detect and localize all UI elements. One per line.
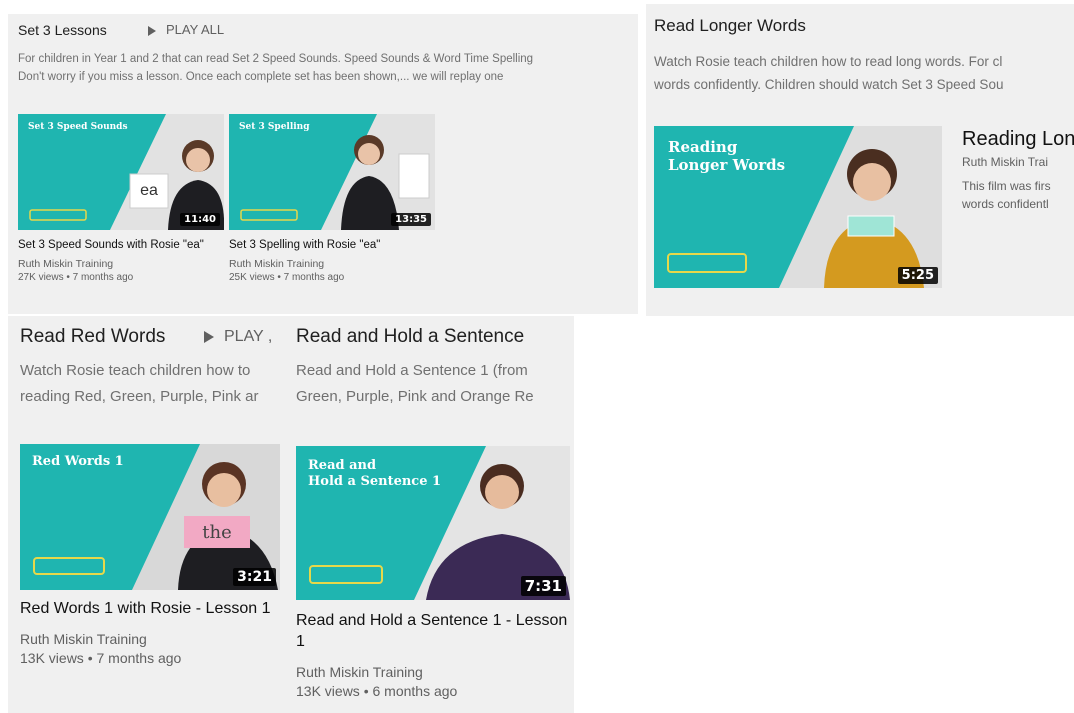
video-description: This film was firs words confidentl	[962, 177, 1074, 213]
play-icon	[204, 330, 214, 343]
playlist-shelf-hold-sentence: Read and Hold a Sentence Read and Hold a…	[288, 316, 574, 713]
video-meta: 27K views • 7 months ago	[18, 272, 134, 283]
video-title[interactable]: Set 3 Speed Sounds with Rosie "ea"	[18, 239, 224, 252]
video-description-line: This film was firs	[962, 179, 1051, 193]
channel-name[interactable]: Ruth Miskin Trai	[962, 155, 1074, 169]
video-info: Red Words 1 with Rosie - Lesson 1 Ruth M…	[20, 598, 282, 666]
word-card: the	[184, 516, 250, 548]
shelf-description: Read and Hold a Sentence 1 (from Green, …	[296, 358, 534, 410]
video-card[interactable]: Set 3 Spelling 13:35 Set 3 Spelling with…	[229, 114, 435, 283]
play-all-button[interactable]: PLAY ALL	[148, 22, 224, 37]
shelf-description: For children in Year 1 and 2 that can re…	[18, 50, 630, 86]
shelf-description: Watch Rosie teach children how to read l…	[654, 50, 1003, 96]
video-thumbnail[interactable]: Set 3 Speed Sounds ea 11:40	[18, 114, 224, 230]
play-all-label: PLAY ALL	[166, 22, 225, 37]
video-meta: 25K views • 7 months ago	[229, 272, 345, 283]
word-card: ea	[140, 182, 158, 199]
description-line: Watch Rosie teach children how to	[20, 362, 251, 379]
duration-badge: 13:35	[391, 213, 431, 226]
video-card[interactable]: Set 3 Speed Sounds ea 11:40 Set 3 Speed …	[18, 114, 224, 283]
shelf-title[interactable]: Set 3 Lessons	[18, 22, 107, 38]
duration-badge: 3:21	[233, 568, 276, 586]
play-all-button[interactable]: PLAY ,	[204, 328, 272, 346]
shelf-title[interactable]: Read Red Words	[20, 326, 165, 348]
description-line: reading Red, Green, Purple, Pink ar	[20, 388, 259, 405]
thumbnail-title: Set 3 Speed Sounds	[28, 122, 128, 132]
thumbnail-title-line: Reading	[668, 138, 738, 156]
play-icon	[148, 25, 156, 36]
duration-badge: 5:25	[897, 267, 938, 284]
shelf-title[interactable]: Read Longer Words	[654, 16, 806, 36]
description-line: words confidently. Children should watch…	[654, 77, 1004, 92]
duration-badge: 11:40	[180, 213, 220, 226]
thumbnail-title: Read and Hold a Sentence 1	[308, 458, 441, 489]
playlist-shelf-set3: Set 3 Lessons PLAY ALL For children in Y…	[8, 14, 638, 314]
shelf-description: Watch Rosie teach children how to readin…	[20, 358, 258, 410]
thumbnail-title-line: Hold a Sentence 1	[308, 473, 442, 489]
description-line: Watch Rosie teach children how to read l…	[654, 54, 1003, 69]
play-all-label: PLAY ,	[224, 328, 273, 345]
video-thumbnail[interactable]: Set 3 Spelling 13:35	[229, 114, 435, 230]
thumbnail-title: Red Words 1	[32, 454, 124, 469]
description-line: Don't worry if you miss a lesson. Once e…	[18, 71, 504, 83]
video-title[interactable]: Read and Hold a Sentence 1 - Lesson 1	[296, 610, 570, 652]
description-line: Green, Purple, Pink and Orange Re	[296, 388, 534, 405]
playlist-shelf-red-words: Read Red Words PLAY , Watch Rosie teach …	[8, 316, 292, 713]
thumbnail-title: Set 3 Spelling	[239, 122, 310, 132]
video-title[interactable]: Red Words 1 with Rosie - Lesson 1	[20, 598, 282, 619]
video-title[interactable]: Reading Lon	[962, 128, 1074, 151]
video-thumbnail[interactable]: Read and Hold a Sentence 1 7:31	[296, 446, 570, 600]
video-meta: 13K views • 6 months ago	[296, 683, 458, 699]
duration-badge: 7:31	[520, 576, 566, 596]
thumbnail-title-line: Longer Words	[668, 156, 786, 174]
video-description-line: words confidentl	[962, 197, 1049, 211]
thumbnail-title: Reading Longer Words	[668, 138, 785, 174]
video-meta: 13K views • 7 months ago	[20, 650, 182, 666]
video-title[interactable]: Set 3 Spelling with Rosie "ea"	[229, 239, 435, 252]
thumbnail-title-line: Read and	[308, 458, 377, 473]
video-info: Reading Lon Ruth Miskin Trai This film w…	[962, 128, 1074, 213]
video-thumbnail[interactable]: Reading Longer Words 5:25	[654, 126, 942, 288]
channel-name[interactable]: Ruth Miskin Training	[20, 631, 282, 647]
video-info: Read and Hold a Sentence 1 - Lesson 1 Ru…	[296, 610, 570, 699]
description-line: For children in Year 1 and 2 that can re…	[18, 53, 534, 65]
channel-name[interactable]: Ruth Miskin Training	[229, 258, 435, 270]
video-thumbnail[interactable]: Red Words 1 the 3:21	[20, 444, 280, 590]
channel-name[interactable]: Ruth Miskin Training	[296, 664, 570, 680]
playlist-shelf-longer-words: Read Longer Words Watch Rosie teach chil…	[646, 4, 1074, 316]
shelf-title[interactable]: Read and Hold a Sentence	[296, 326, 524, 348]
description-line: Read and Hold a Sentence 1 (from	[296, 362, 528, 379]
channel-name[interactable]: Ruth Miskin Training	[18, 258, 224, 270]
